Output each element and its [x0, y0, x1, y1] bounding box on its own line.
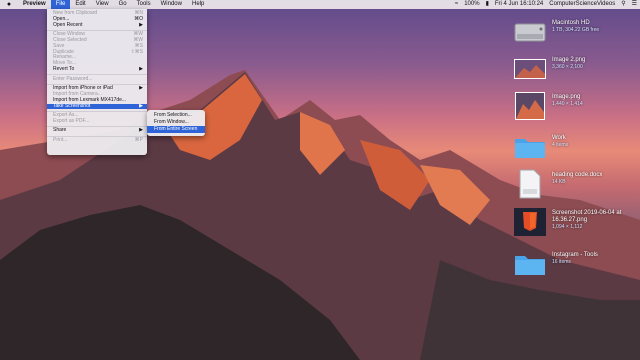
menu-item-enter-password[interactable]: Enter Password...	[47, 76, 147, 83]
icon-name: Work	[552, 135, 566, 141]
drive-icon	[514, 20, 546, 44]
desktop-icon-image-2[interactable]: Image 2.png 3,360 × 2,100	[514, 57, 634, 87]
menu-file[interactable]: File	[50, 0, 71, 9]
image-icon	[514, 57, 546, 81]
desktop-icon-image[interactable]: Image.png 1,440 × 1,414	[514, 92, 634, 124]
icon-name: heading code.docx	[552, 172, 603, 178]
menu-edit[interactable]: Edit	[70, 0, 90, 9]
status-area: ≈ 100% ▮ Fri 4 Jun 16:10:24 ComputerScie…	[452, 0, 640, 9]
folder-icon	[514, 252, 546, 276]
menu-item-revert-to[interactable]: Revert To ▶	[47, 66, 147, 73]
take-screenshot-submenu: From Selection... From Window... From En…	[147, 110, 205, 136]
image-icon	[514, 92, 546, 120]
icon-detail: 14 KB	[552, 179, 566, 185]
icon-detail: 4 items	[552, 142, 569, 148]
menu-window[interactable]: Window	[156, 0, 187, 9]
html5-image-icon	[514, 208, 546, 236]
desktop-icon-work-folder[interactable]: Work 4 items	[514, 135, 634, 165]
icon-name: Screenshot 2019-06-04 at 16.36.27.png	[552, 210, 622, 223]
menu-bar: ● Preview File Edit View Go Tools Window…	[0, 0, 640, 9]
icon-detail: 1 TB, 304.22 GB free	[552, 27, 600, 33]
search-icon[interactable]: ⚲	[618, 0, 628, 9]
file-menu-dropdown: New from Clipboard ⌘N Open... ⌘O Open Rece…	[47, 9, 147, 155]
clock[interactable]: Fri 4 Jun 16:10:24	[492, 0, 546, 9]
menu-tools[interactable]: Tools	[132, 0, 156, 9]
battery-icon[interactable]: ▮	[483, 0, 492, 9]
submenu-item-from-window[interactable]: From Window...	[147, 119, 205, 126]
submenu-item-from-entire-screen[interactable]: From Entire Screen	[147, 125, 205, 133]
icon-name: Image 2.png	[552, 57, 586, 63]
icon-detail: 1,094 × 1,112	[552, 224, 583, 230]
menu-view[interactable]: View	[91, 0, 114, 9]
desktop-icon-heading-code-docx[interactable]: heading code.docx 14 KB	[514, 169, 634, 202]
submenu-item-from-selection[interactable]: From Selection...	[147, 112, 205, 119]
desktop-icon-macintosh-hd[interactable]: Macintosh HD 1 TB, 304.22 GB free	[514, 20, 634, 50]
menu-go[interactable]: Go	[114, 0, 132, 9]
user-name[interactable]: ComputerScienceVideos	[546, 0, 618, 9]
menu-item-take-screenshot[interactable]: Take Screenshot ▶	[47, 103, 147, 110]
battery-percent[interactable]: 100%	[461, 0, 482, 9]
icon-name: Macintosh HD	[552, 20, 590, 26]
menu-item-print[interactable]: Print... ⌘P	[47, 137, 147, 144]
menu-item-share[interactable]: Share ▶	[47, 128, 147, 134]
apple-menu-icon[interactable]: ●	[0, 1, 18, 8]
icon-name: Instagram - Tools	[552, 252, 598, 258]
menu-item-export-as-pdf[interactable]: Export as PDF...	[47, 118, 147, 125]
document-icon	[514, 169, 546, 199]
icon-detail: 1,440 × 1,414	[552, 101, 583, 107]
folder-icon	[514, 135, 546, 159]
notification-center-icon[interactable]: ☰	[629, 0, 640, 9]
desktop-icon-screenshot[interactable]: Screenshot 2019-06-04 at 16.36.27.png 1,…	[514, 208, 634, 240]
wifi-icon[interactable]: ≈	[452, 0, 461, 9]
menu-app-name[interactable]: Preview	[18, 0, 51, 9]
icon-detail: 3,360 × 2,100	[552, 64, 583, 70]
icon-detail: 16 items	[552, 259, 571, 265]
menu-item-open-recent[interactable]: Open Recent ▶	[47, 22, 147, 29]
icon-name: Image.png	[552, 94, 581, 100]
desktop-icon-instagram-tools-folder[interactable]: Instagram - Tools 16 items	[514, 252, 634, 282]
menu-help[interactable]: Help	[187, 0, 209, 9]
